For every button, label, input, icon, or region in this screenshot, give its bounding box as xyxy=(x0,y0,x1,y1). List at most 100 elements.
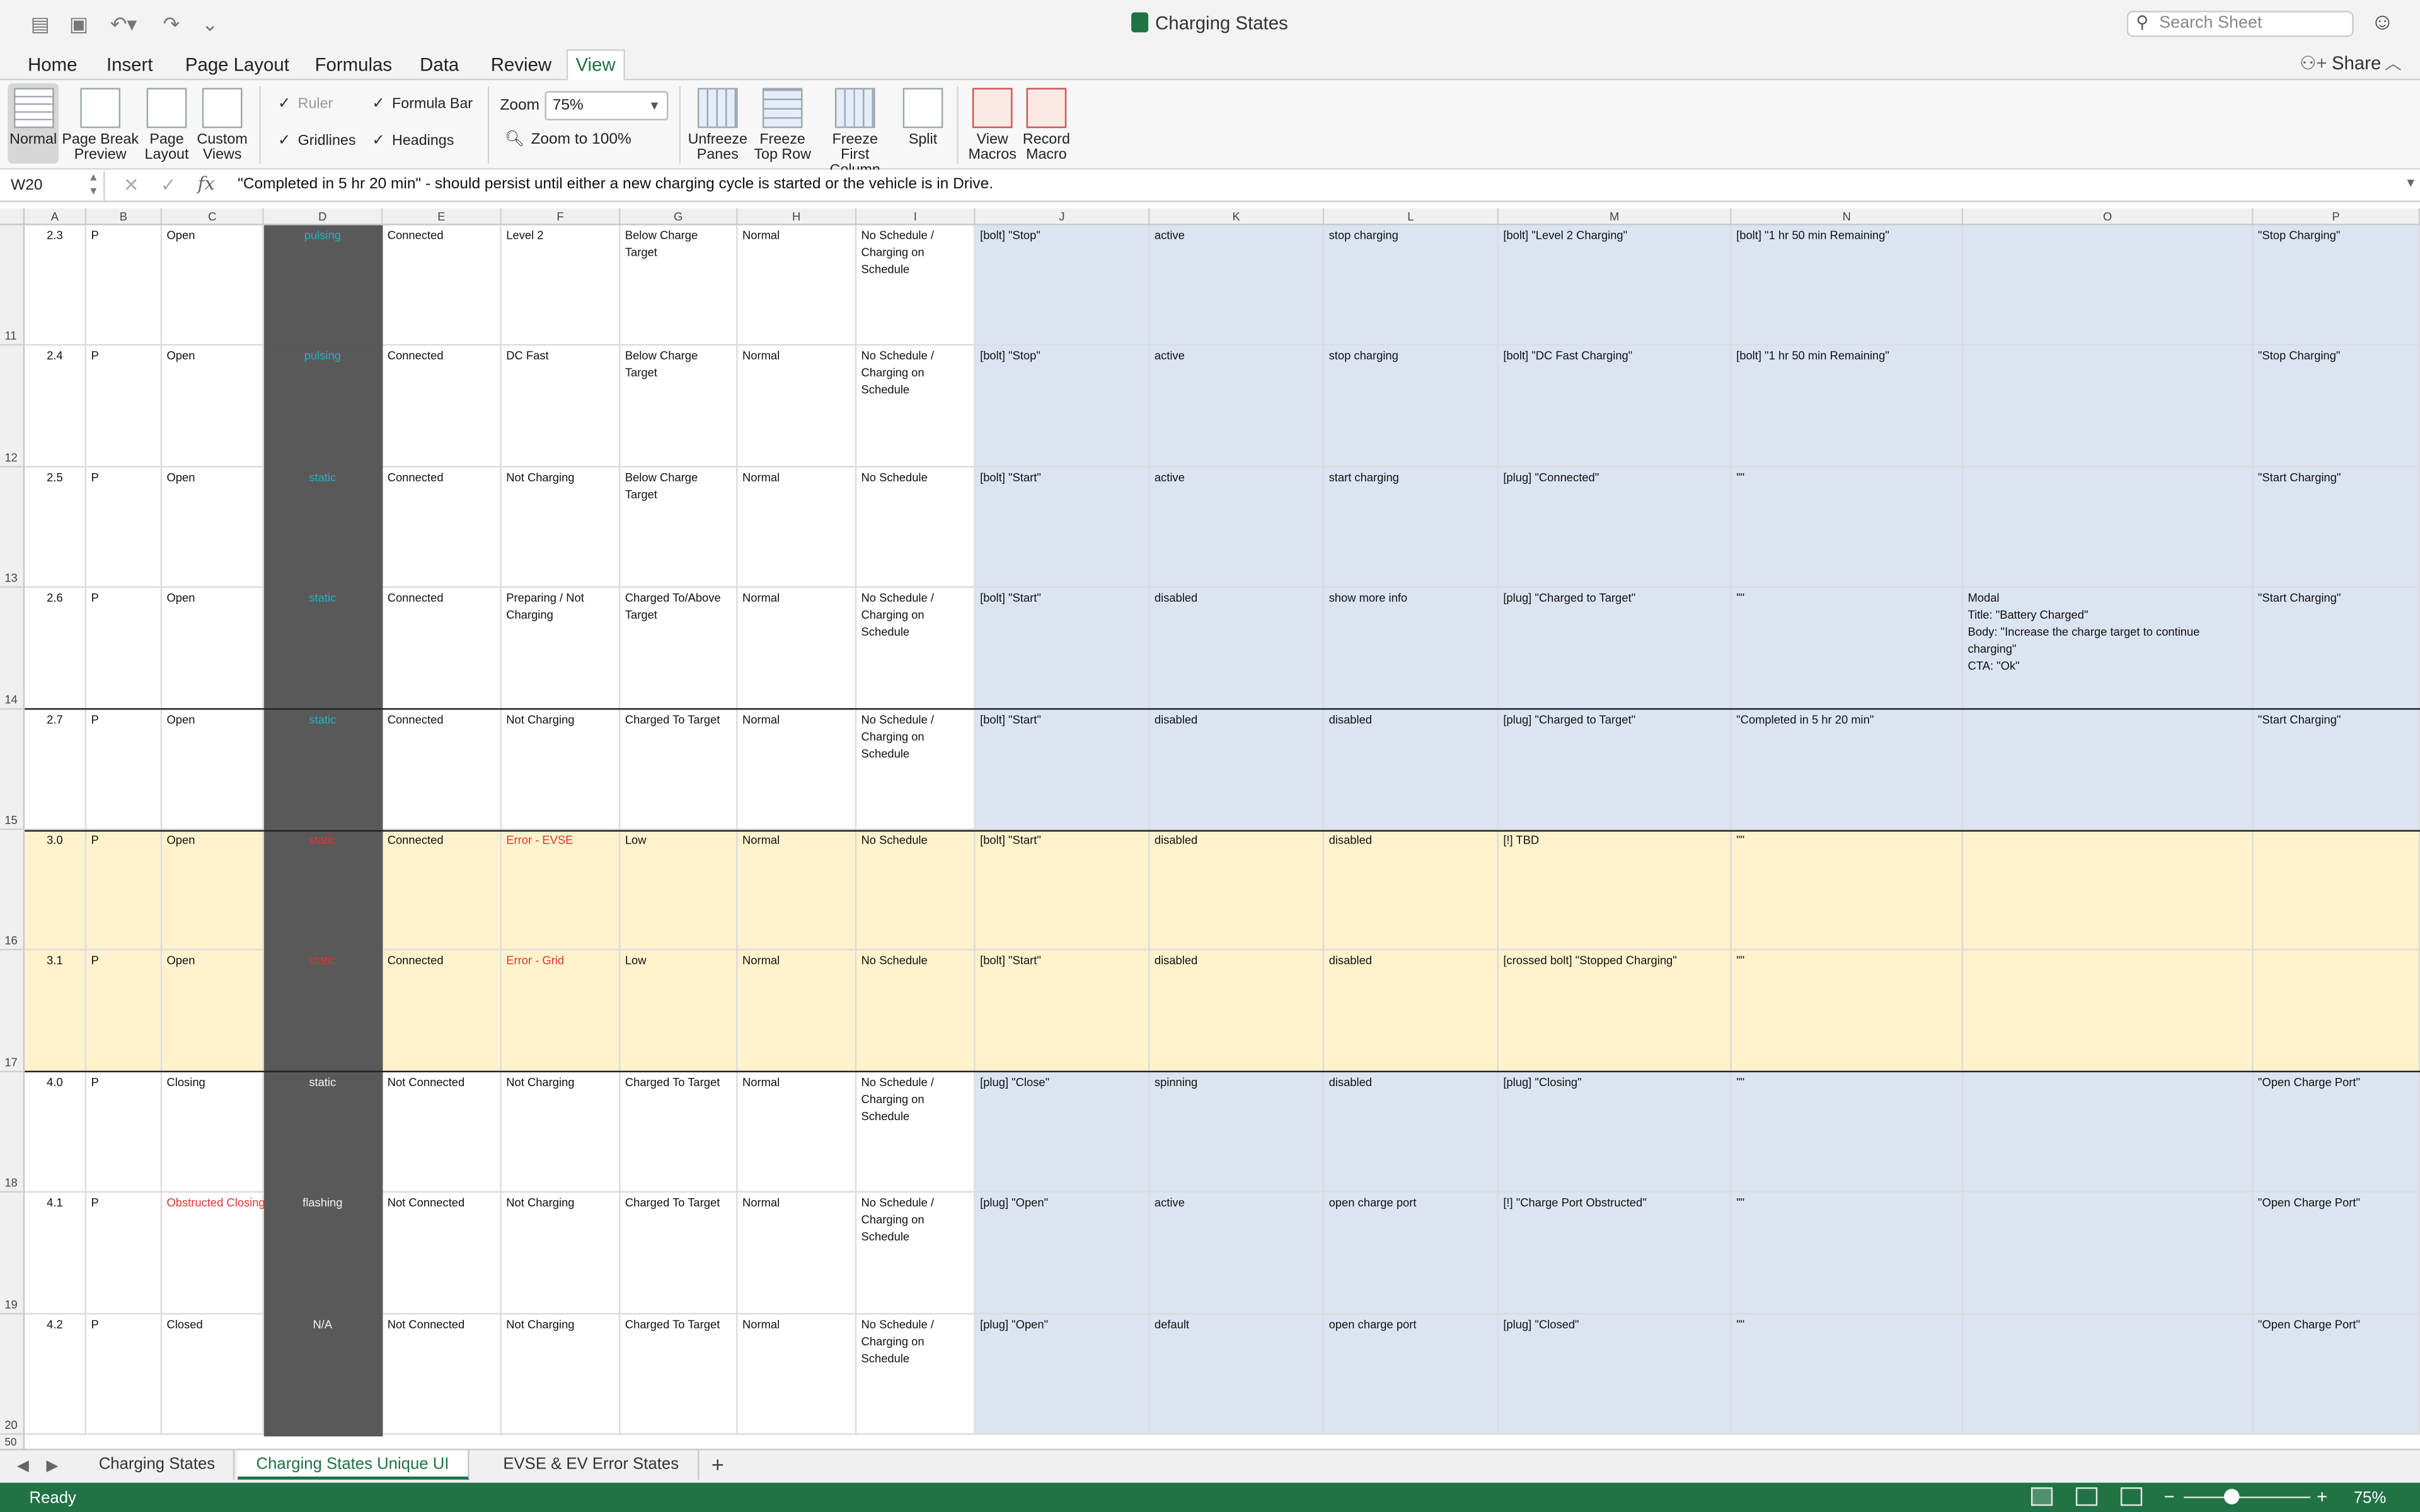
cell-f14[interactable]: Preparing / Not Charging xyxy=(501,588,621,709)
cell-h16[interactable]: Normal xyxy=(737,830,857,951)
cell-b13[interactable]: P xyxy=(86,467,163,588)
cell-k12[interactable]: active xyxy=(1150,346,1325,467)
search-sheet-input[interactable]: ⚲ Search Sheet xyxy=(2126,11,2354,37)
freeze-first-column-button[interactable]: Freeze First Column xyxy=(817,83,894,179)
collapse-ribbon-icon[interactable]: ︿ xyxy=(2385,51,2402,76)
cell-n13[interactable]: "" xyxy=(1731,467,1964,588)
name-box-stepper-icon[interactable]: ▲ ▼ xyxy=(88,171,99,199)
cell-i11[interactable]: No Schedule / Charging on Schedule xyxy=(856,225,976,346)
zoom-select[interactable]: 75% ▼ xyxy=(544,91,669,121)
cell-d15[interactable]: static xyxy=(263,709,383,830)
cell-d18[interactable]: static xyxy=(263,1072,383,1193)
cell-h14[interactable]: Normal xyxy=(737,588,857,709)
cell-b17[interactable]: P xyxy=(86,951,163,1072)
cell-g13[interactable]: Below Charge Target xyxy=(620,467,738,588)
cell-o14[interactable]: Modal Title: "Battery Charged" Body: "In… xyxy=(1963,588,2254,709)
tab-view[interactable]: View xyxy=(566,49,625,82)
cell-f17[interactable]: Error - Grid xyxy=(501,951,621,1072)
row-header-14[interactable]: 14 xyxy=(0,588,25,709)
custom-views-button[interactable]: Custom Views xyxy=(195,83,250,163)
cell-i12[interactable]: No Schedule / Charging on Schedule xyxy=(856,346,976,467)
cell-h19[interactable]: Normal xyxy=(737,1193,857,1314)
unfreeze-panes-button[interactable]: Unfreeze Panes xyxy=(687,83,749,163)
tab-review[interactable]: Review xyxy=(483,52,560,80)
cell-f11[interactable]: Level 2 xyxy=(501,225,621,346)
cell-a13[interactable]: 2.5 xyxy=(25,467,87,588)
row-header-12[interactable]: 12 xyxy=(0,346,25,467)
sheet-tab-evse-ev-error-states[interactable]: EVSE & EV Error States xyxy=(485,1450,699,1480)
cell-m15[interactable]: [plug] "Charged to Target" xyxy=(1498,709,1732,830)
page-layout-status-icon[interactable] xyxy=(2075,1487,2098,1506)
headings-checkbox[interactable]: ✓ Headings xyxy=(372,133,454,151)
cell-e13[interactable]: Connected xyxy=(383,467,502,588)
cell-n14[interactable]: "" xyxy=(1731,588,1964,709)
cell-c12[interactable]: Open xyxy=(162,346,264,467)
cell-i13[interactable]: No Schedule xyxy=(856,467,976,588)
ruler-checkbox[interactable]: ✓ Ruler xyxy=(278,96,333,114)
cell-h11[interactable]: Normal xyxy=(737,225,857,346)
next-sheet-icon[interactable]: ▶ xyxy=(46,1458,58,1475)
zoom-out-icon[interactable]: − xyxy=(2164,1486,2174,1507)
normal-view-status-icon[interactable] xyxy=(2031,1487,2053,1506)
cancel-icon[interactable]: ✕ xyxy=(124,175,139,196)
cell-m20[interactable]: [plug] "Closed" xyxy=(1498,1314,1732,1435)
cell-a20[interactable]: 4.2 xyxy=(25,1314,87,1435)
cell-d17[interactable]: static xyxy=(263,951,383,1072)
cell-i20[interactable]: No Schedule / Charging on Schedule xyxy=(856,1314,976,1435)
cell-l16[interactable]: disabled xyxy=(1324,830,1499,951)
cell-m17[interactable]: [crossed bolt] "Stopped Charging" xyxy=(1498,951,1732,1072)
cell-e17[interactable]: Connected xyxy=(383,951,502,1072)
cell-e19[interactable]: Not Connected xyxy=(383,1193,502,1314)
cell-c13[interactable]: Open xyxy=(162,467,264,588)
cell-g12[interactable]: Below Charge Target xyxy=(620,346,738,467)
cell-l14[interactable]: show more info xyxy=(1324,588,1499,709)
page-break-preview-button[interactable]: Page Break Preview xyxy=(62,83,139,163)
cell-n11[interactable]: [bolt] "1 hr 50 min Remaining" xyxy=(1731,225,1964,346)
cell-l12[interactable]: stop charging xyxy=(1324,346,1499,467)
cell-g15[interactable]: Charged To Target xyxy=(620,709,738,830)
cell-p14[interactable]: "Start Charging" xyxy=(2253,588,2420,709)
cell-m11[interactable]: [bolt] "Level 2 Charging" xyxy=(1498,225,1732,346)
cell-p20[interactable]: "Open Charge Port" xyxy=(2253,1314,2420,1435)
cell-f20[interactable]: Not Charging xyxy=(501,1314,621,1435)
cell-k11[interactable]: active xyxy=(1150,225,1325,346)
cell-n18[interactable]: "" xyxy=(1731,1072,1964,1193)
cell-a18[interactable]: 4.0 xyxy=(25,1072,87,1193)
cell-n19[interactable]: "" xyxy=(1731,1193,1964,1314)
cell-d12[interactable]: pulsing xyxy=(263,346,383,467)
cell-p17[interactable] xyxy=(2253,951,2420,1072)
cell-e15[interactable]: Connected xyxy=(383,709,502,830)
cell-k18[interactable]: spinning xyxy=(1150,1072,1325,1193)
cell-g16[interactable]: Low xyxy=(620,830,738,951)
cell-e20[interactable]: Not Connected xyxy=(383,1314,502,1435)
cell-o13[interactable] xyxy=(1963,467,2254,588)
cell-p16[interactable] xyxy=(2253,830,2420,951)
cell-p12[interactable]: "Stop Charging" xyxy=(2253,346,2420,467)
column-header-b[interactable]: B xyxy=(86,208,163,226)
cell-j12[interactable]: [bolt] "Stop" xyxy=(975,346,1150,467)
cell-n15[interactable]: "Completed in 5 hr 20 min" xyxy=(1731,709,1964,830)
cell-c15[interactable]: Open xyxy=(162,709,264,830)
cell-b19[interactable]: P xyxy=(86,1193,163,1314)
cell-j11[interactable]: [bolt] "Stop" xyxy=(975,225,1150,346)
cell-k17[interactable]: disabled xyxy=(1150,951,1325,1072)
row-header-last[interactable]: 50 xyxy=(0,1435,25,1449)
tab-page-layout[interactable]: Page Layout xyxy=(178,52,297,80)
cell-c20[interactable]: Closed xyxy=(162,1314,264,1435)
cell-p15[interactable]: "Start Charging" xyxy=(2253,709,2420,830)
cell-b15[interactable]: P xyxy=(86,709,163,830)
column-header-g[interactable]: G xyxy=(620,208,738,226)
zoom-to-100-button[interactable]: 🔍︎ Zoom to 100% xyxy=(505,131,631,149)
cell-a14[interactable]: 2.6 xyxy=(25,588,87,709)
cell-j20[interactable]: [plug] "Open" xyxy=(975,1314,1150,1435)
cell-n17[interactable]: "" xyxy=(1731,951,1964,1072)
normal-view-button[interactable]: Normal xyxy=(8,83,59,164)
formula-input[interactable]: "Completed in 5 hr 20 min" - should pers… xyxy=(238,176,993,193)
cell-l18[interactable]: disabled xyxy=(1324,1072,1499,1193)
cell-g18[interactable]: Charged To Target xyxy=(620,1072,738,1193)
cell-j17[interactable]: [bolt] "Start" xyxy=(975,951,1150,1072)
cell-h13[interactable]: Normal xyxy=(737,467,857,588)
cell-l17[interactable]: disabled xyxy=(1324,951,1499,1072)
cell-m14[interactable]: [plug] "Charged to Target" xyxy=(1498,588,1732,709)
cell-o16[interactable] xyxy=(1963,830,2254,951)
